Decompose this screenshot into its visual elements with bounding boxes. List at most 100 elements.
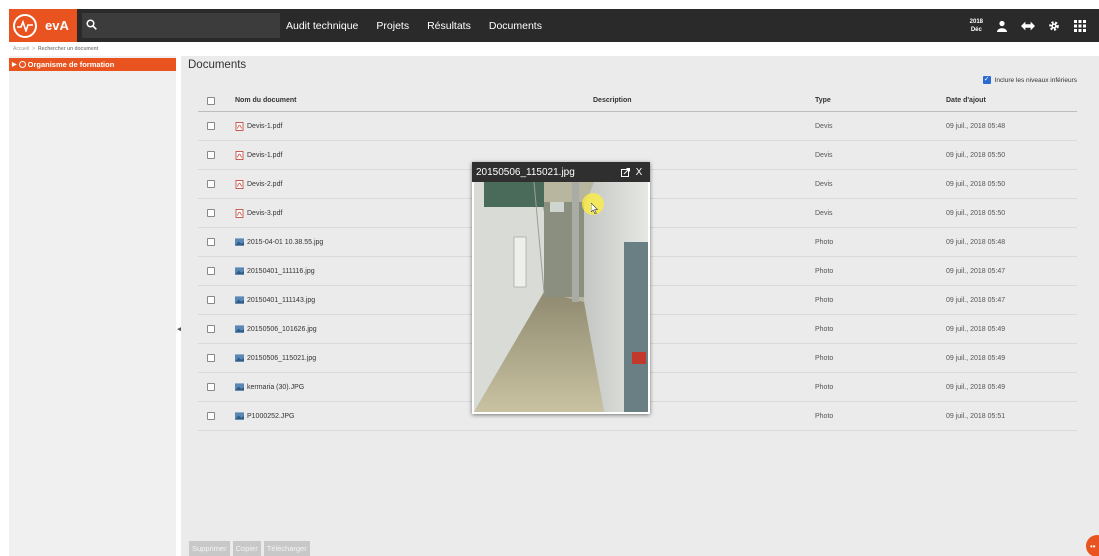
swap-arrows-icon[interactable]	[1021, 19, 1035, 33]
document-type: Photo	[815, 267, 834, 275]
row-checkbox[interactable]	[207, 354, 215, 362]
column-header-type[interactable]: Type	[815, 90, 831, 111]
image-preview-popup: 20150506_115021.jpg X	[472, 162, 650, 414]
app-logo[interactable]: evA	[9, 9, 77, 42]
more-actions-button[interactable]: ••	[1086, 535, 1099, 556]
document-name-cell[interactable]: Devis-2.pdf	[235, 170, 282, 198]
document-date: 09 juil., 2018 05:50	[946, 151, 1006, 159]
image-icon	[235, 296, 244, 305]
select-all-checkbox[interactable]	[207, 96, 215, 105]
document-name-cell[interactable]: 20150506_101626.jpg	[235, 315, 317, 343]
copy-button[interactable]: Copier	[232, 541, 261, 556]
document-name[interactable]: Devis-3.pdf	[247, 210, 282, 217]
document-name[interactable]: P1000252.JPG	[247, 413, 294, 420]
document-type: Devis	[815, 122, 833, 130]
app-name: evA	[45, 18, 69, 33]
document-date: 09 juil., 2018 05:48	[946, 122, 1006, 130]
user-icon[interactable]	[995, 19, 1009, 33]
sidebar-item-organisme-de-formation[interactable]: ▶ Organisme de formation	[9, 58, 176, 71]
document-type: Devis	[815, 209, 833, 217]
column-header-description[interactable]: Description	[593, 90, 632, 111]
document-date: 09 juil., 2018 05:49	[946, 354, 1006, 362]
document-name-cell[interactable]: Devis-1.pdf	[235, 141, 282, 169]
pdf-icon	[235, 150, 244, 160]
sidebar: ▶ Organisme de formation	[9, 56, 176, 556]
search-icon[interactable]	[86, 17, 97, 35]
breadcrumb-home[interactable]: Accueil	[13, 46, 29, 52]
document-name[interactable]: 20150401_111143.jpg	[247, 297, 315, 304]
column-header-date[interactable]: Date d'ajout	[946, 90, 986, 111]
search-input[interactable]	[97, 13, 280, 38]
document-type: Devis	[815, 180, 833, 188]
document-name-cell[interactable]: 20150506_115021.jpg	[235, 344, 316, 372]
nav-audit-technique[interactable]: Audit technique	[286, 20, 358, 32]
document-name[interactable]: Devis-1.pdf	[247, 152, 282, 159]
document-type: Photo	[815, 354, 834, 362]
document-name-cell[interactable]: Devis-1.pdf	[235, 112, 282, 140]
document-type: Photo	[815, 412, 834, 420]
period-selector[interactable]: 2018 Déc	[970, 18, 983, 34]
document-date: 09 juil., 2018 05:51	[946, 412, 1006, 420]
document-date: 09 juil., 2018 05:47	[946, 296, 1006, 304]
document-name-cell[interactable]: 20150401_111143.jpg	[235, 286, 315, 314]
breadcrumb-current: Rechercher un document	[38, 45, 99, 52]
pdf-icon	[235, 179, 244, 189]
document-name[interactable]: kermaria (30).JPG	[247, 384, 304, 391]
document-name-cell[interactable]: Devis-3.pdf	[235, 199, 282, 227]
sidebar-item-label: Organisme de formation	[27, 60, 115, 69]
close-button[interactable]: X	[632, 165, 646, 179]
document-date: 09 juil., 2018 05:50	[946, 180, 1006, 188]
document-name[interactable]: 20150506_115021.jpg	[247, 355, 316, 362]
nav-documents[interactable]: Documents	[489, 20, 542, 32]
download-button[interactable]: Télécharger	[263, 541, 310, 556]
row-checkbox[interactable]	[207, 267, 215, 275]
apps-grid-icon[interactable]	[1073, 19, 1087, 33]
popup-title: 20150506_115021.jpg	[476, 166, 575, 178]
document-name-cell[interactable]: 2015-04-01 10.38.55.jpg	[235, 228, 323, 256]
document-name-cell[interactable]: 20150401_111116.jpg	[235, 257, 315, 285]
document-name[interactable]: 20150506_101626.jpg	[247, 326, 317, 333]
table-row[interactable]: Devis-1.pdf Devis 09 juil., 2018 05:48	[198, 112, 1077, 141]
document-date: 09 juil., 2018 05:50	[946, 209, 1006, 217]
breadcrumb: Accueil > Rechercher un document	[13, 43, 98, 54]
search-box[interactable]	[82, 13, 280, 38]
row-checkbox[interactable]	[207, 296, 215, 304]
document-name-cell[interactable]: kermaria (30).JPG	[235, 373, 304, 401]
document-name[interactable]: Devis-2.pdf	[247, 181, 282, 188]
delete-button[interactable]: Supprimer	[189, 541, 230, 556]
document-name[interactable]: Devis-1.pdf	[247, 123, 282, 130]
nav-projets[interactable]: Projets	[376, 20, 409, 32]
row-checkbox[interactable]	[207, 238, 215, 246]
include-sublevels-checkbox[interactable]: ✓	[982, 76, 991, 84]
image-icon	[235, 354, 244, 363]
row-checkbox[interactable]	[207, 122, 215, 130]
column-header-name[interactable]: Nom du document	[235, 90, 296, 111]
logo-icon	[13, 13, 37, 38]
document-date: 09 juil., 2018 05:49	[946, 383, 1006, 391]
document-name-cell[interactable]: P1000252.JPG	[235, 402, 294, 430]
document-name[interactable]: 2015-04-01 10.38.55.jpg	[247, 239, 323, 246]
row-checkbox[interactable]	[207, 325, 215, 333]
popup-header[interactable]: 20150506_115021.jpg X	[472, 162, 650, 182]
image-icon	[235, 238, 244, 247]
table-header: Nom du document Description Type Date d'…	[198, 90, 1077, 112]
image-icon	[235, 267, 244, 276]
image-icon	[235, 325, 244, 334]
row-checkbox[interactable]	[207, 180, 215, 188]
caret-right-icon[interactable]: ▶	[12, 61, 17, 68]
open-external-icon[interactable]	[618, 165, 632, 179]
row-checkbox[interactable]	[207, 412, 215, 420]
gear-icon[interactable]	[1047, 19, 1061, 33]
breadcrumb-separator: >	[32, 45, 36, 52]
include-sublevels-toggle[interactable]: ✓ Inclure les niveaux inférieurs	[982, 76, 1077, 84]
image-icon	[235, 383, 244, 392]
circle-icon	[18, 61, 26, 68]
nav-resultats[interactable]: Résultats	[427, 20, 471, 32]
row-checkbox[interactable]	[207, 209, 215, 217]
mouse-cursor-icon	[591, 203, 599, 214]
row-checkbox[interactable]	[207, 151, 215, 159]
period-year: 2018	[969, 18, 983, 25]
row-checkbox[interactable]	[207, 383, 215, 391]
document-date: 09 juil., 2018 05:49	[946, 325, 1006, 333]
document-name[interactable]: 20150401_111116.jpg	[247, 268, 315, 275]
